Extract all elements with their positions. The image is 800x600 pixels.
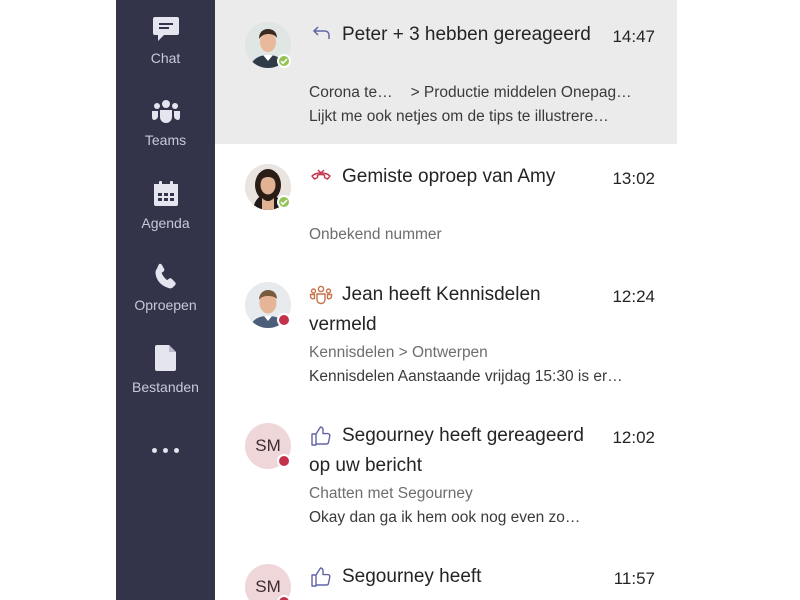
activity-title: Peter + 3 hebben gereageerd — [342, 24, 591, 45]
presence-busy-icon — [277, 454, 291, 468]
activity-item[interactable]: SM Segourney heeft 11:57 — [215, 552, 677, 600]
activity-context-team: Corona te… — [309, 84, 393, 101]
activity-context: Onbekend nummer — [309, 226, 442, 243]
activity-title: Segourney heeft gereageerd op uw bericht — [309, 425, 584, 476]
nav-item-oproepen[interactable]: Oproepen — [116, 247, 215, 317]
nav-label-teams: Teams — [144, 132, 187, 148]
presence-available-icon — [277, 54, 291, 68]
activity-preview: Kennisdelen Aanstaande vrijdag 15:30 is … — [309, 368, 623, 385]
activity-context: Corona te… > Productie middelen Onepag… — [309, 84, 657, 102]
activity-time: 11:57 — [613, 569, 655, 588]
nav-label-oproepen: Oproepen — [134, 297, 197, 313]
nav-label-bestanden: Bestanden — [132, 379, 199, 395]
activity-context-channel: > Productie middelen Onepag… — [410, 84, 632, 101]
more-icon — [149, 447, 182, 453]
calendar-icon — [151, 179, 181, 209]
activity-time: 12:02 — [612, 428, 655, 447]
activity-title: Jean heeft Kennisdelen vermeld — [309, 284, 541, 335]
activity-item[interactable]: Jean heeft Kennisdelen vermeld 12:24 Ken… — [215, 270, 677, 411]
nav-item-teams[interactable]: Teams — [116, 82, 215, 152]
more-apps-button[interactable] — [116, 432, 215, 468]
nav-label-agenda: Agenda — [141, 215, 190, 231]
activity-time: 12:24 — [612, 287, 655, 306]
activity-item[interactable]: SM Segourney heeft gereageerd op uw beri… — [215, 411, 677, 552]
activity-item[interactable]: Gemiste oproep van Amy 13:02 Onbekend nu… — [215, 144, 677, 270]
activity-item[interactable]: Peter + 3 hebben gereageerd 14:47 Corona… — [215, 0, 677, 144]
phone-icon — [151, 261, 181, 291]
activity-time: 14:47 — [612, 27, 655, 46]
activity-title: Gemiste oproep van Amy — [342, 166, 556, 187]
app-navigation-rail: Chat Teams Agenda Oproepen Bestanden — [116, 0, 215, 600]
nav-item-agenda[interactable]: Agenda — [116, 165, 215, 235]
presence-available-icon — [277, 195, 291, 209]
teams-icon — [151, 96, 181, 126]
chat-icon — [151, 14, 181, 44]
nav-item-bestanden[interactable]: Bestanden — [116, 329, 215, 399]
activity-context: Kennisdelen > Ontwerpen — [309, 344, 488, 361]
activity-title: Segourney heeft — [342, 566, 482, 587]
nav-label-chat: Chat — [150, 50, 181, 66]
activity-preview: Lijkt me ook netjes om de tips te illust… — [309, 108, 609, 125]
activity-context: Chatten met Segourney — [309, 485, 473, 502]
file-icon — [151, 343, 181, 373]
presence-busy-icon — [277, 313, 291, 327]
activity-preview: Okay dan ga ik hem ook nog even zo… — [309, 509, 581, 526]
activity-feed: Peter + 3 hebben gereageerd 14:47 Corona… — [215, 0, 685, 600]
nav-item-chat[interactable]: Chat — [116, 0, 215, 70]
activity-time: 13:02 — [612, 169, 655, 188]
